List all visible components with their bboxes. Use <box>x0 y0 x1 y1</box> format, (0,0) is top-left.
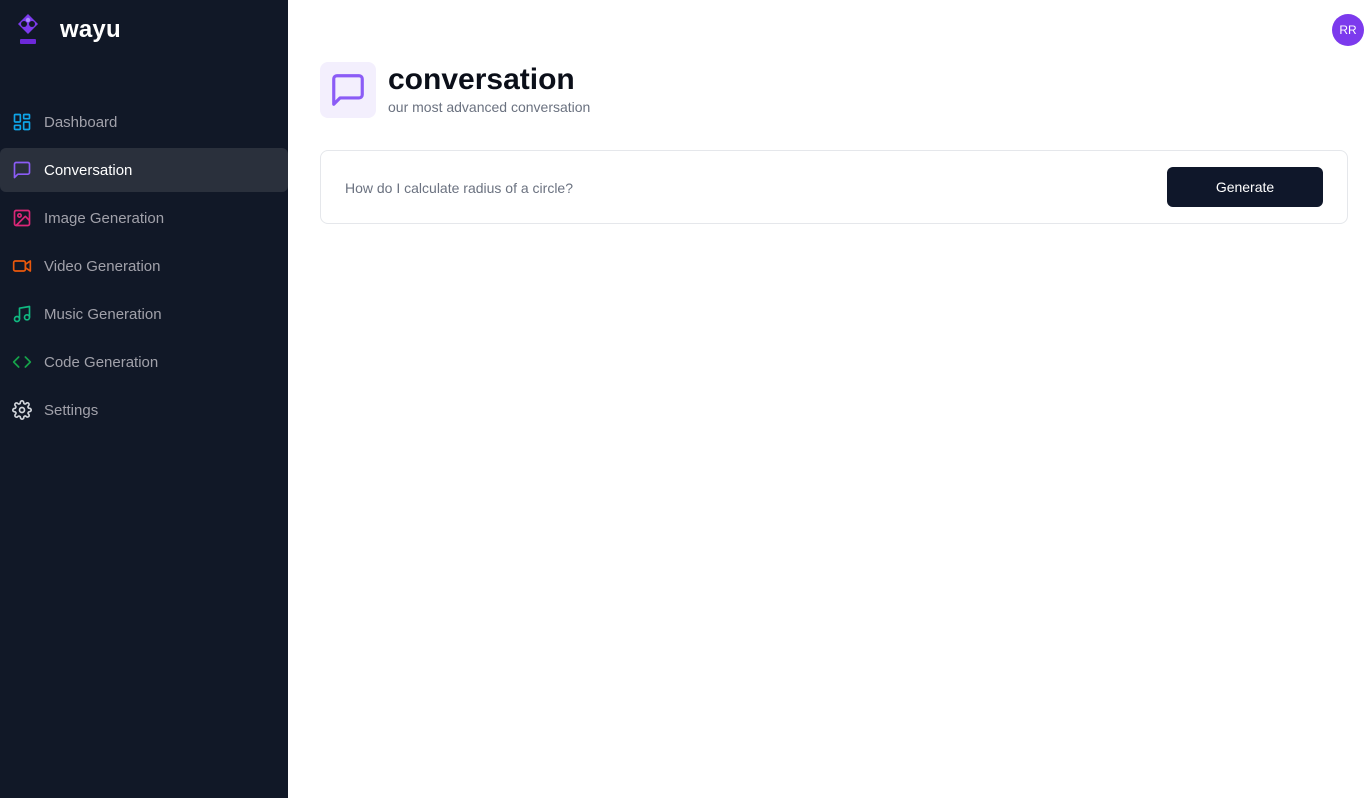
sidebar-nav: Dashboard Conversation Image Generation … <box>0 100 288 436</box>
page-subtitle: our most advanced conversation <box>388 99 591 115</box>
page-heading: conversation our most advanced conversat… <box>320 62 590 118</box>
prompt-input[interactable] <box>345 177 1125 199</box>
avatar-initials: RR <box>1339 23 1357 37</box>
video-icon <box>12 256 32 276</box>
app-root: wayu Dashboard Conversation Image Genera… <box>0 0 1372 798</box>
sidebar-item-label: Code Generation <box>44 353 159 371</box>
main-content: RR conversation our most advanced conver… <box>288 0 1372 798</box>
heading-text: conversation our most advanced conversat… <box>388 62 590 115</box>
sidebar-item-label: Dashboard <box>44 113 118 131</box>
sidebar-item-label: Video Generation <box>44 257 161 275</box>
chat-bubble-icon <box>12 160 32 180</box>
brand-logo-icon <box>18 14 38 44</box>
code-icon <box>12 352 32 372</box>
brand-name: wayu <box>60 16 121 43</box>
music-icon <box>12 304 32 324</box>
sidebar-item-music-generation[interactable]: Music Generation <box>0 292 288 336</box>
sidebar-item-label: Image Generation <box>44 209 165 227</box>
gear-icon <box>12 400 32 420</box>
page-title: conversation <box>388 63 575 96</box>
sidebar-item-image-generation[interactable]: Image Generation <box>0 196 288 240</box>
generate-button[interactable]: Generate <box>1167 167 1323 207</box>
chat-bubble-icon <box>332 74 364 106</box>
sidebar-item-label: Settings <box>44 401 99 419</box>
dashboard-icon <box>12 112 32 132</box>
sidebar-item-label: Conversation <box>44 161 133 179</box>
avatar[interactable]: RR <box>1332 14 1364 46</box>
sidebar-item-conversation[interactable]: Conversation <box>0 148 288 192</box>
prompt-form: Generate <box>320 150 1348 224</box>
sidebar-item-label: Music Generation <box>44 305 162 323</box>
brand[interactable]: wayu <box>12 12 121 48</box>
sidebar-item-dashboard[interactable]: Dashboard <box>0 100 288 144</box>
sidebar-item-settings[interactable]: Settings <box>0 388 288 432</box>
sidebar: wayu Dashboard Conversation Image Genera… <box>0 0 288 798</box>
sidebar-item-code-generation[interactable]: Code Generation <box>0 340 288 384</box>
image-icon <box>12 208 32 228</box>
sidebar-item-video-generation[interactable]: Video Generation <box>0 244 288 288</box>
page-icon-box <box>320 62 376 118</box>
